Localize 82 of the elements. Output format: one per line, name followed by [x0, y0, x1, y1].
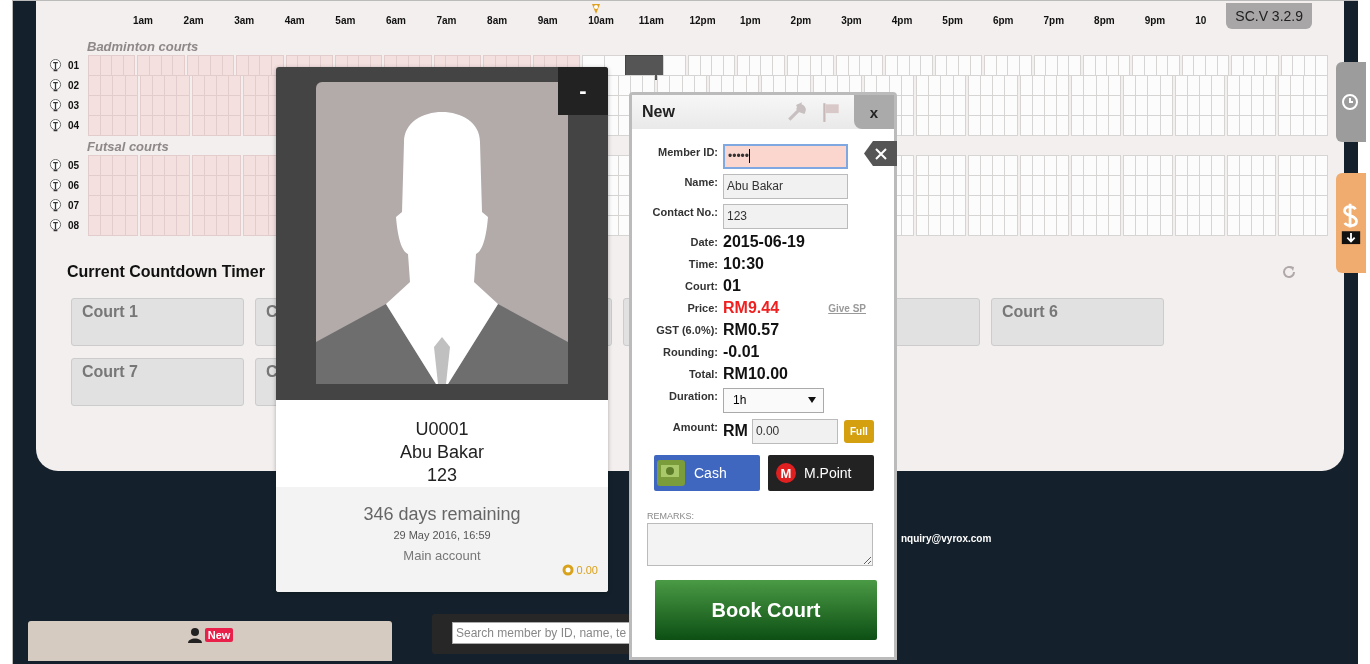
input-field[interactable]: ••••• — [723, 143, 848, 169]
minimize-button[interactable]: - — [558, 67, 608, 115]
court-number: 04 — [67, 119, 81, 131]
field-label: GST (6.0%): — [655, 324, 719, 336]
field-value: RM10.00 — [723, 365, 788, 383]
hour-label: 5pm — [942, 15, 963, 26]
field-label: Amount: — [671, 420, 719, 433]
hour-label: 2am — [183, 15, 204, 26]
hour-label: 11am — [638, 15, 664, 26]
hour-label: 8pm — [1094, 15, 1115, 26]
hour-label: 1pm — [740, 15, 761, 26]
hour-label: 9pm — [1144, 15, 1166, 26]
hour-label: 4am — [284, 15, 305, 26]
duration-select[interactable]: 1h — [723, 387, 824, 413]
field-label: Total: — [687, 368, 719, 380]
court-group-title: Futsal courts — [87, 141, 169, 153]
balance-amount: 0.00 — [576, 564, 598, 576]
days-remaining: 346 days remaining — [363, 504, 521, 525]
close-button[interactable]: x — [854, 95, 894, 129]
version-badge: SC.V 3.2.9 — [1226, 3, 1312, 29]
field-value: -0.01 — [723, 343, 760, 361]
field-value: 10:30 — [723, 255, 764, 273]
court-number: 05 — [67, 159, 81, 171]
court-group-title: Badminton courts — [87, 41, 199, 53]
court-number: 08 — [67, 219, 81, 231]
hour-label: 2pm — [790, 15, 812, 26]
input-field[interactable]: 123 — [723, 203, 848, 229]
remarks-label: REMARKS: — [646, 510, 695, 521]
member-name: Abu Bakar — [399, 441, 485, 464]
amount-field[interactable]: 0.00 — [751, 418, 838, 444]
field-label: Time: — [687, 258, 719, 270]
input-field[interactable]: Abu Bakar — [723, 173, 848, 199]
field-value: RM0.57 — [723, 321, 780, 339]
account-type: Main account — [403, 548, 481, 563]
hour-label: 8am — [487, 15, 508, 26]
field-label: Member ID: — [657, 145, 719, 158]
field-label: Rounding: — [662, 346, 719, 358]
hour-label: 3am — [234, 15, 255, 26]
field-label: Court: — [684, 280, 719, 292]
dialog-title: New — [642, 103, 676, 121]
footer-email[interactable]: nquiry@vyrox.com — [901, 533, 992, 544]
field-value: 01 — [723, 277, 741, 295]
court-timer-label: C — [266, 303, 278, 320]
field-label: Date: — [689, 236, 719, 248]
court-timer-label: Court 1 — [82, 303, 138, 320]
new-badge: New — [204, 628, 234, 642]
hour-label: 1am — [133, 15, 153, 26]
court-timer-label: Court 7 — [82, 363, 138, 380]
field-label: Duration: — [668, 389, 719, 402]
countdown-title: Current Countdown Timer — [67, 263, 265, 281]
court-timer-label: Court 6 — [1002, 303, 1058, 320]
member-id: U0001 — [415, 418, 469, 441]
hour-label: 12pm — [689, 15, 716, 26]
court-number: 03 — [67, 99, 81, 111]
hour-label: 7am — [436, 15, 457, 26]
hour-label: 10 — [1195, 15, 1207, 26]
court-number: 02 — [67, 79, 81, 91]
court-timer-label: C — [266, 363, 278, 380]
book-court-button[interactable]: Book Court — [655, 580, 877, 640]
cash-button[interactable]: Cash — [654, 455, 760, 491]
field-label: Contact No.: — [651, 205, 719, 218]
hour-label: 4pm — [891, 15, 913, 26]
hour-label: 10am — [588, 15, 614, 26]
hour-label: 9am — [537, 15, 558, 26]
field-label: Price: — [686, 302, 719, 314]
points-logo: M — [776, 463, 796, 483]
field-label: Name: — [683, 175, 719, 188]
member-contact: 123 — [426, 464, 457, 487]
currency-label: RM — [723, 422, 748, 440]
court-number: 06 — [67, 179, 81, 191]
court-number: 01 — [67, 59, 81, 71]
expiry-date: 29 May 2016, 16:59 — [393, 529, 491, 541]
court-number: 07 — [67, 199, 81, 211]
hour-label: 6am — [385, 15, 406, 26]
field-value: 2015-06-19 — [723, 233, 805, 251]
new-member-button[interactable]: New — [28, 621, 392, 661]
price-value: RM9.44 — [723, 299, 780, 317]
points-button[interactable]: M M.Point — [768, 455, 874, 491]
hour-label: 6pm — [992, 15, 1014, 26]
hour-label: 5am — [335, 15, 356, 26]
hour-label: 3pm — [841, 15, 862, 26]
hour-label: 7pm — [1043, 15, 1065, 26]
